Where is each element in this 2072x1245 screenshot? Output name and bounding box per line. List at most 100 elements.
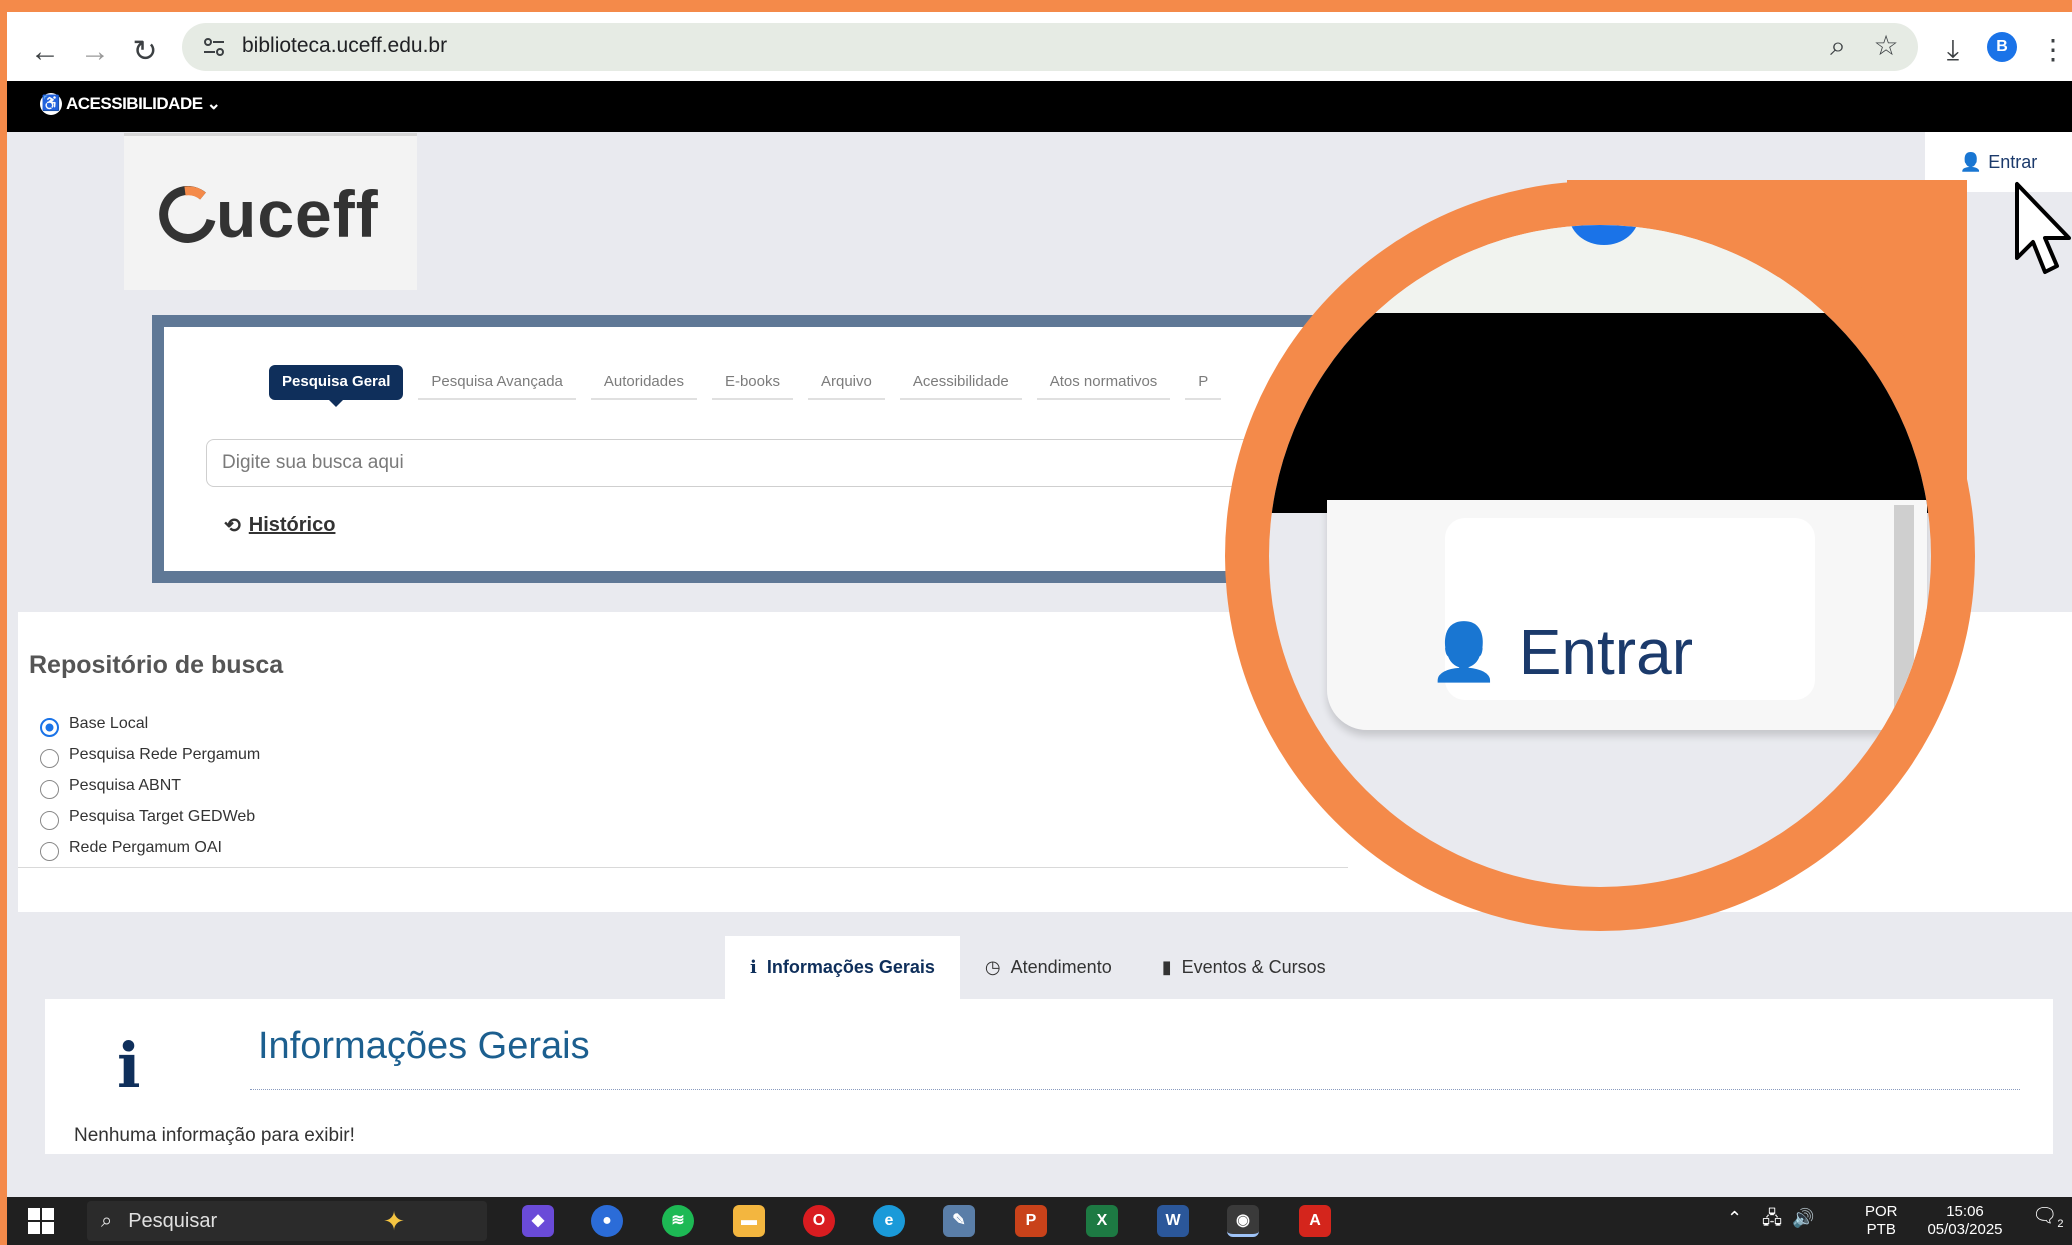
radio-abnt[interactable] — [40, 780, 59, 799]
keyboard-language[interactable]: POR PTB — [1865, 1203, 1898, 1239]
repo-option-abnt[interactable]: Pesquisa ABNT — [40, 772, 181, 799]
profile-avatar[interactable]: B — [1987, 32, 2017, 62]
magnified-black-bar — [1269, 313, 1931, 513]
radio-base-local[interactable] — [40, 718, 59, 737]
repo-option-pergamum-oai[interactable]: Rede Pergamum OAI — [40, 834, 222, 861]
search-panel: Pesquisa Geral Pesquisa Avançada Autorid… — [152, 315, 1352, 583]
firefox-app-icon[interactable]: ● — [591, 1205, 623, 1237]
lang-top: POR — [1865, 1203, 1898, 1220]
taskbar: ⌕ Pesquisar ✦ ◆ ● ≋ ▬ O e ✎ P X W ◉ A ⌃ … — [7, 1197, 2072, 1245]
reload-icon[interactable]: ↻ — [125, 32, 165, 72]
powerpoint-app-icon[interactable]: P — [1015, 1205, 1047, 1237]
browser-toolbar: ← → ↻ biblioteca.uceff.edu.br ⌕ ☆ ⤓ B ⋮ — [7, 12, 2072, 81]
login-label: Entrar — [1988, 151, 2038, 172]
tab-atendimento[interactable]: ◷ Atendimento — [960, 936, 1137, 999]
info-large-icon: i — [117, 1029, 141, 1102]
menu-kebab-icon[interactable]: ⋮ — [2037, 34, 2069, 66]
tab-eventos-cursos[interactable]: ▮ Eventos & Cursos — [1137, 936, 1351, 999]
empty-message: Nenhuma informação para exibir! — [74, 1125, 355, 1146]
paint-app-icon[interactable]: ✎ — [943, 1205, 975, 1237]
magnified-scrollbar — [1894, 505, 1914, 725]
chrome-app-icon[interactable]: ◉ — [1227, 1205, 1259, 1237]
tab-ebooks[interactable]: E-books — [711, 365, 793, 400]
radio-target-gedweb[interactable] — [40, 811, 59, 830]
radio-pergamum-oai[interactable] — [40, 842, 59, 861]
tray-network-icon[interactable]: 🖧 — [1762, 1209, 1782, 1227]
windows-start-icon[interactable] — [27, 1207, 55, 1235]
chevron-down-icon: ⌄ — [206, 94, 221, 113]
logo-text: uceff — [216, 177, 379, 251]
tab-pesquisa-geral[interactable]: Pesquisa Geral — [269, 365, 404, 407]
accessibility-bar: ♿ ACESSIBILIDADE ⌄ — [7, 81, 2072, 132]
tray-volume-icon[interactable]: 🔊 — [1792, 1209, 1814, 1227]
bookmark-star-icon[interactable]: ☆ — [1870, 30, 1902, 62]
tray-chevron-icon[interactable]: ⌃ — [1727, 1209, 1742, 1227]
clock-date: 05/03/2025 — [1927, 1221, 2003, 1238]
info-title: Informações Gerais — [258, 1025, 590, 1067]
logo[interactable]: uceff — [124, 133, 417, 290]
user-lock-icon: 👤 — [1429, 620, 1499, 683]
bookmark-icon: ▮ — [1161, 957, 1172, 977]
taskbar-search[interactable]: ⌕ Pesquisar ✦ — [87, 1201, 487, 1241]
excel-app-icon[interactable]: X — [1086, 1205, 1118, 1237]
tab-atos-normativos[interactable]: Atos normativos — [1036, 365, 1171, 400]
opera-app-icon[interactable]: O — [803, 1205, 835, 1237]
repo-option-base-local[interactable]: Base Local — [40, 710, 148, 737]
tab-partial[interactable]: P — [1185, 365, 1222, 400]
divider — [250, 1089, 2020, 1090]
divider — [18, 867, 1348, 868]
tab-label: Eventos & Cursos — [1181, 957, 1326, 977]
tab-pesquisa-avancada[interactable]: Pesquisa Avançada — [418, 365, 576, 400]
browser-window: ← → ↻ biblioteca.uceff.edu.br ⌕ ☆ ⤓ B ⋮ … — [7, 12, 2072, 1245]
site-settings-icon[interactable] — [200, 33, 228, 61]
notification-count: 2 — [2057, 1218, 2064, 1230]
repo-option-label: Base Local — [69, 714, 149, 732]
download-icon[interactable]: ⤓ — [1937, 34, 1969, 66]
word-app-icon[interactable]: W — [1157, 1205, 1189, 1237]
notification-icon[interactable]: 🗨2 — [2032, 1206, 2064, 1233]
zoom-icon[interactable]: ⌕ — [1822, 30, 1854, 62]
info-tabs: i Informações Gerais ◷ Atendimento ▮ Eve… — [725, 936, 1351, 999]
search-input[interactable] — [206, 439, 1346, 487]
tab-arquivo[interactable]: Arquivo — [808, 365, 885, 400]
repo-option-label: Rede Pergamum OAI — [69, 838, 222, 856]
tab-acessibilidade[interactable]: Acessibilidade — [899, 365, 1022, 400]
clock-icon: ◷ — [984, 957, 1001, 977]
repo-option-label: Pesquisa Target GEDWeb — [69, 807, 256, 825]
logo-mark — [159, 186, 216, 243]
tab-autoridades[interactable]: Autoridades — [590, 365, 697, 400]
forward-icon[interactable]: → — [75, 32, 115, 72]
tab-label: Informações Gerais — [766, 957, 935, 977]
spotify-app-icon[interactable]: ≋ — [662, 1205, 694, 1237]
magnified-login-button: 👤 Entrar — [1429, 615, 1693, 689]
clock[interactable]: 15:06 05/03/2025 — [1919, 1203, 2011, 1239]
repo-option-label: Pesquisa ABNT — [69, 776, 182, 794]
info-icon: i — [750, 957, 757, 978]
lang-bottom: PTB — [1866, 1221, 1896, 1238]
repo-option-target-gedweb[interactable]: Pesquisa Target GEDWeb — [40, 803, 255, 830]
history-label: Histórico — [248, 514, 336, 536]
copilot-app-icon[interactable]: ◆ — [522, 1205, 554, 1237]
repository-title: Repositório de busca — [29, 651, 284, 679]
tab-label: Atendimento — [1010, 957, 1112, 977]
repo-option-rede-pergamum[interactable]: Pesquisa Rede Pergamum — [40, 741, 260, 768]
info-panel: i Informações Gerais Nenhuma informação … — [45, 999, 2053, 1154]
history-link[interactable]: ⟲ Histórico — [224, 513, 335, 538]
history-icon: ⟲ — [224, 515, 241, 537]
edge-app-icon[interactable]: e — [873, 1205, 905, 1237]
back-icon[interactable]: ← — [25, 32, 65, 72]
file-explorer-icon[interactable]: ▬ — [733, 1205, 765, 1237]
search-tabs: Pesquisa Geral Pesquisa Avançada Autorid… — [269, 365, 1236, 407]
url-text[interactable]: biblioteca.uceff.edu.br — [242, 34, 447, 58]
acrobat-app-icon[interactable]: A — [1299, 1205, 1331, 1237]
address-bar[interactable]: biblioteca.uceff.edu.br ⌕ ☆ — [182, 23, 1918, 71]
magnifier-callout: 👤 Entrar — [1225, 181, 1975, 931]
magnified-login-label: Entrar — [1518, 616, 1694, 688]
radio-rede-pergamum[interactable] — [40, 749, 59, 768]
repo-option-label: Pesquisa Rede Pergamum — [69, 745, 261, 763]
magnifier-lens: 👤 Entrar — [1269, 225, 1931, 887]
tab-informacoes-gerais[interactable]: i Informações Gerais — [725, 936, 960, 999]
accessibility-icon: ♿ — [40, 93, 62, 115]
mouse-cursor-icon — [2015, 182, 2071, 274]
accessibility-menu[interactable]: ♿ ACESSIBILIDADE ⌄ — [40, 93, 221, 115]
